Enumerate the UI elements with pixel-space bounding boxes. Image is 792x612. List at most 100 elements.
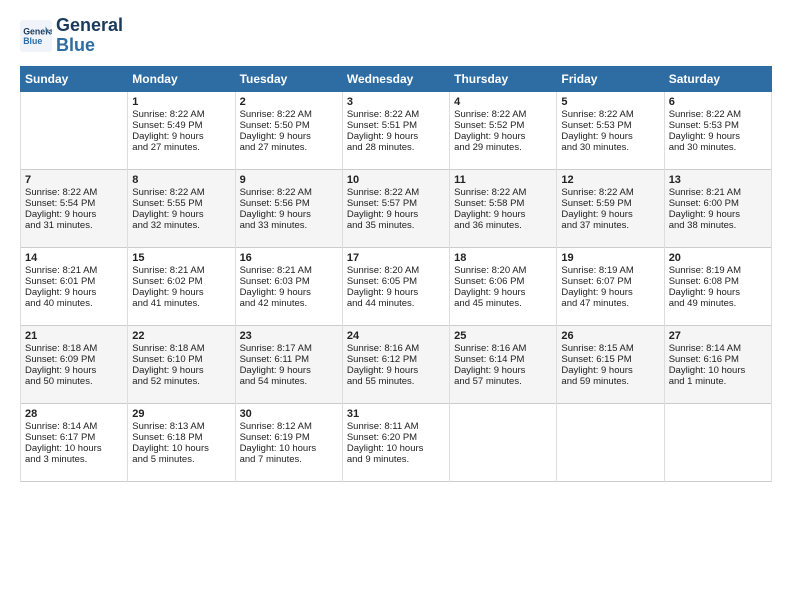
day-info-line: Daylight: 9 hours bbox=[132, 131, 230, 142]
day-info-line: and 40 minutes. bbox=[25, 298, 123, 309]
day-info-line: Sunrise: 8:15 AM bbox=[561, 343, 659, 354]
day-cell: 5Sunrise: 8:22 AMSunset: 5:53 PMDaylight… bbox=[557, 91, 664, 169]
day-info-line: Daylight: 9 hours bbox=[240, 209, 338, 220]
day-info-line: and 7 minutes. bbox=[240, 454, 338, 465]
day-info-line: Sunrise: 8:19 AM bbox=[561, 265, 659, 276]
day-cell: 30Sunrise: 8:12 AMSunset: 6:19 PMDayligh… bbox=[235, 403, 342, 481]
day-info-line: Sunset: 6:19 PM bbox=[240, 432, 338, 443]
day-info-line: Daylight: 9 hours bbox=[669, 287, 767, 298]
day-number: 25 bbox=[454, 330, 552, 342]
day-info-line: Daylight: 9 hours bbox=[25, 209, 123, 220]
day-info-line: and 52 minutes. bbox=[132, 376, 230, 387]
day-info-line: Sunrise: 8:21 AM bbox=[25, 265, 123, 276]
day-info-line: and 41 minutes. bbox=[132, 298, 230, 309]
day-number: 15 bbox=[132, 252, 230, 264]
day-info-line: and 33 minutes. bbox=[240, 220, 338, 231]
day-info-line: Daylight: 9 hours bbox=[240, 287, 338, 298]
week-row-2: 7Sunrise: 8:22 AMSunset: 5:54 PMDaylight… bbox=[21, 169, 772, 247]
day-info-line: Daylight: 9 hours bbox=[347, 131, 445, 142]
day-number: 7 bbox=[25, 174, 123, 186]
day-info-line: Sunrise: 8:22 AM bbox=[240, 187, 338, 198]
day-info-line: Daylight: 9 hours bbox=[561, 365, 659, 376]
day-info-line: Daylight: 9 hours bbox=[25, 287, 123, 298]
day-cell: 27Sunrise: 8:14 AMSunset: 6:16 PMDayligh… bbox=[664, 325, 771, 403]
day-info-line: Daylight: 9 hours bbox=[561, 131, 659, 142]
day-number: 30 bbox=[240, 408, 338, 420]
day-number: 8 bbox=[132, 174, 230, 186]
day-info-line: and 38 minutes. bbox=[669, 220, 767, 231]
logo-icon: General Blue bbox=[20, 20, 52, 52]
col-header-thursday: Thursday bbox=[450, 66, 557, 91]
day-cell: 14Sunrise: 8:21 AMSunset: 6:01 PMDayligh… bbox=[21, 247, 128, 325]
day-info-line: and 30 minutes. bbox=[669, 142, 767, 153]
day-info-line: Daylight: 10 hours bbox=[347, 443, 445, 454]
day-info-line: Sunset: 6:12 PM bbox=[347, 354, 445, 365]
day-info-line: and 45 minutes. bbox=[454, 298, 552, 309]
day-number: 1 bbox=[132, 96, 230, 108]
day-info-line: and 27 minutes. bbox=[240, 142, 338, 153]
day-cell: 20Sunrise: 8:19 AMSunset: 6:08 PMDayligh… bbox=[664, 247, 771, 325]
day-info-line: Sunrise: 8:22 AM bbox=[347, 187, 445, 198]
col-header-monday: Monday bbox=[128, 66, 235, 91]
day-info-line: Sunrise: 8:12 AM bbox=[240, 421, 338, 432]
day-cell: 4Sunrise: 8:22 AMSunset: 5:52 PMDaylight… bbox=[450, 91, 557, 169]
day-info-line: Sunrise: 8:11 AM bbox=[347, 421, 445, 432]
day-info-line: and 37 minutes. bbox=[561, 220, 659, 231]
day-info-line: Daylight: 9 hours bbox=[454, 365, 552, 376]
day-info-line: and 44 minutes. bbox=[347, 298, 445, 309]
day-info-line: Sunrise: 8:16 AM bbox=[347, 343, 445, 354]
day-cell: 24Sunrise: 8:16 AMSunset: 6:12 PMDayligh… bbox=[342, 325, 449, 403]
day-cell: 25Sunrise: 8:16 AMSunset: 6:14 PMDayligh… bbox=[450, 325, 557, 403]
day-number: 24 bbox=[347, 330, 445, 342]
day-number: 2 bbox=[240, 96, 338, 108]
day-info-line: Sunrise: 8:22 AM bbox=[25, 187, 123, 198]
day-info-line: Sunset: 6:16 PM bbox=[669, 354, 767, 365]
day-number: 5 bbox=[561, 96, 659, 108]
day-info-line: and 42 minutes. bbox=[240, 298, 338, 309]
col-header-saturday: Saturday bbox=[664, 66, 771, 91]
day-cell: 12Sunrise: 8:22 AMSunset: 5:59 PMDayligh… bbox=[557, 169, 664, 247]
day-info-line: Daylight: 9 hours bbox=[669, 131, 767, 142]
day-info-line: Sunset: 5:57 PM bbox=[347, 198, 445, 209]
day-cell: 17Sunrise: 8:20 AMSunset: 6:05 PMDayligh… bbox=[342, 247, 449, 325]
day-info-line: and 59 minutes. bbox=[561, 376, 659, 387]
day-info-line: Sunset: 6:15 PM bbox=[561, 354, 659, 365]
day-info-line: Daylight: 9 hours bbox=[561, 209, 659, 220]
day-info-line: and 27 minutes. bbox=[132, 142, 230, 153]
week-row-3: 14Sunrise: 8:21 AMSunset: 6:01 PMDayligh… bbox=[21, 247, 772, 325]
day-info-line: Daylight: 9 hours bbox=[454, 287, 552, 298]
col-header-tuesday: Tuesday bbox=[235, 66, 342, 91]
day-info-line: Sunrise: 8:20 AM bbox=[347, 265, 445, 276]
day-info-line: and 5 minutes. bbox=[132, 454, 230, 465]
day-info-line: Sunset: 5:58 PM bbox=[454, 198, 552, 209]
header-row: SundayMondayTuesdayWednesdayThursdayFrid… bbox=[21, 66, 772, 91]
day-info-line: Sunrise: 8:22 AM bbox=[132, 187, 230, 198]
day-info-line: Sunset: 6:00 PM bbox=[669, 198, 767, 209]
day-info-line: Daylight: 9 hours bbox=[240, 365, 338, 376]
day-info-line: and 57 minutes. bbox=[454, 376, 552, 387]
day-info-line: and 3 minutes. bbox=[25, 454, 123, 465]
day-cell: 16Sunrise: 8:21 AMSunset: 6:03 PMDayligh… bbox=[235, 247, 342, 325]
day-cell: 31Sunrise: 8:11 AMSunset: 6:20 PMDayligh… bbox=[342, 403, 449, 481]
svg-text:Blue: Blue bbox=[23, 36, 42, 46]
day-info-line: Sunset: 6:09 PM bbox=[25, 354, 123, 365]
day-cell: 2Sunrise: 8:22 AMSunset: 5:50 PMDaylight… bbox=[235, 91, 342, 169]
day-info-line: and 49 minutes. bbox=[669, 298, 767, 309]
day-info-line: Sunset: 6:06 PM bbox=[454, 276, 552, 287]
page: General Blue General Blue SundayMondayTu… bbox=[0, 0, 792, 612]
day-info-line: Sunrise: 8:22 AM bbox=[669, 109, 767, 120]
day-cell: 15Sunrise: 8:21 AMSunset: 6:02 PMDayligh… bbox=[128, 247, 235, 325]
col-header-wednesday: Wednesday bbox=[342, 66, 449, 91]
day-info-line: Sunrise: 8:17 AM bbox=[240, 343, 338, 354]
day-cell: 10Sunrise: 8:22 AMSunset: 5:57 PMDayligh… bbox=[342, 169, 449, 247]
day-number: 12 bbox=[561, 174, 659, 186]
day-number: 19 bbox=[561, 252, 659, 264]
day-cell bbox=[664, 403, 771, 481]
day-cell: 18Sunrise: 8:20 AMSunset: 6:06 PMDayligh… bbox=[450, 247, 557, 325]
logo: General Blue General Blue bbox=[20, 16, 123, 56]
week-row-5: 28Sunrise: 8:14 AMSunset: 6:17 PMDayligh… bbox=[21, 403, 772, 481]
day-info-line: Sunrise: 8:21 AM bbox=[240, 265, 338, 276]
day-info-line: Sunset: 5:50 PM bbox=[240, 120, 338, 131]
day-number: 27 bbox=[669, 330, 767, 342]
day-info-line: Sunrise: 8:14 AM bbox=[25, 421, 123, 432]
